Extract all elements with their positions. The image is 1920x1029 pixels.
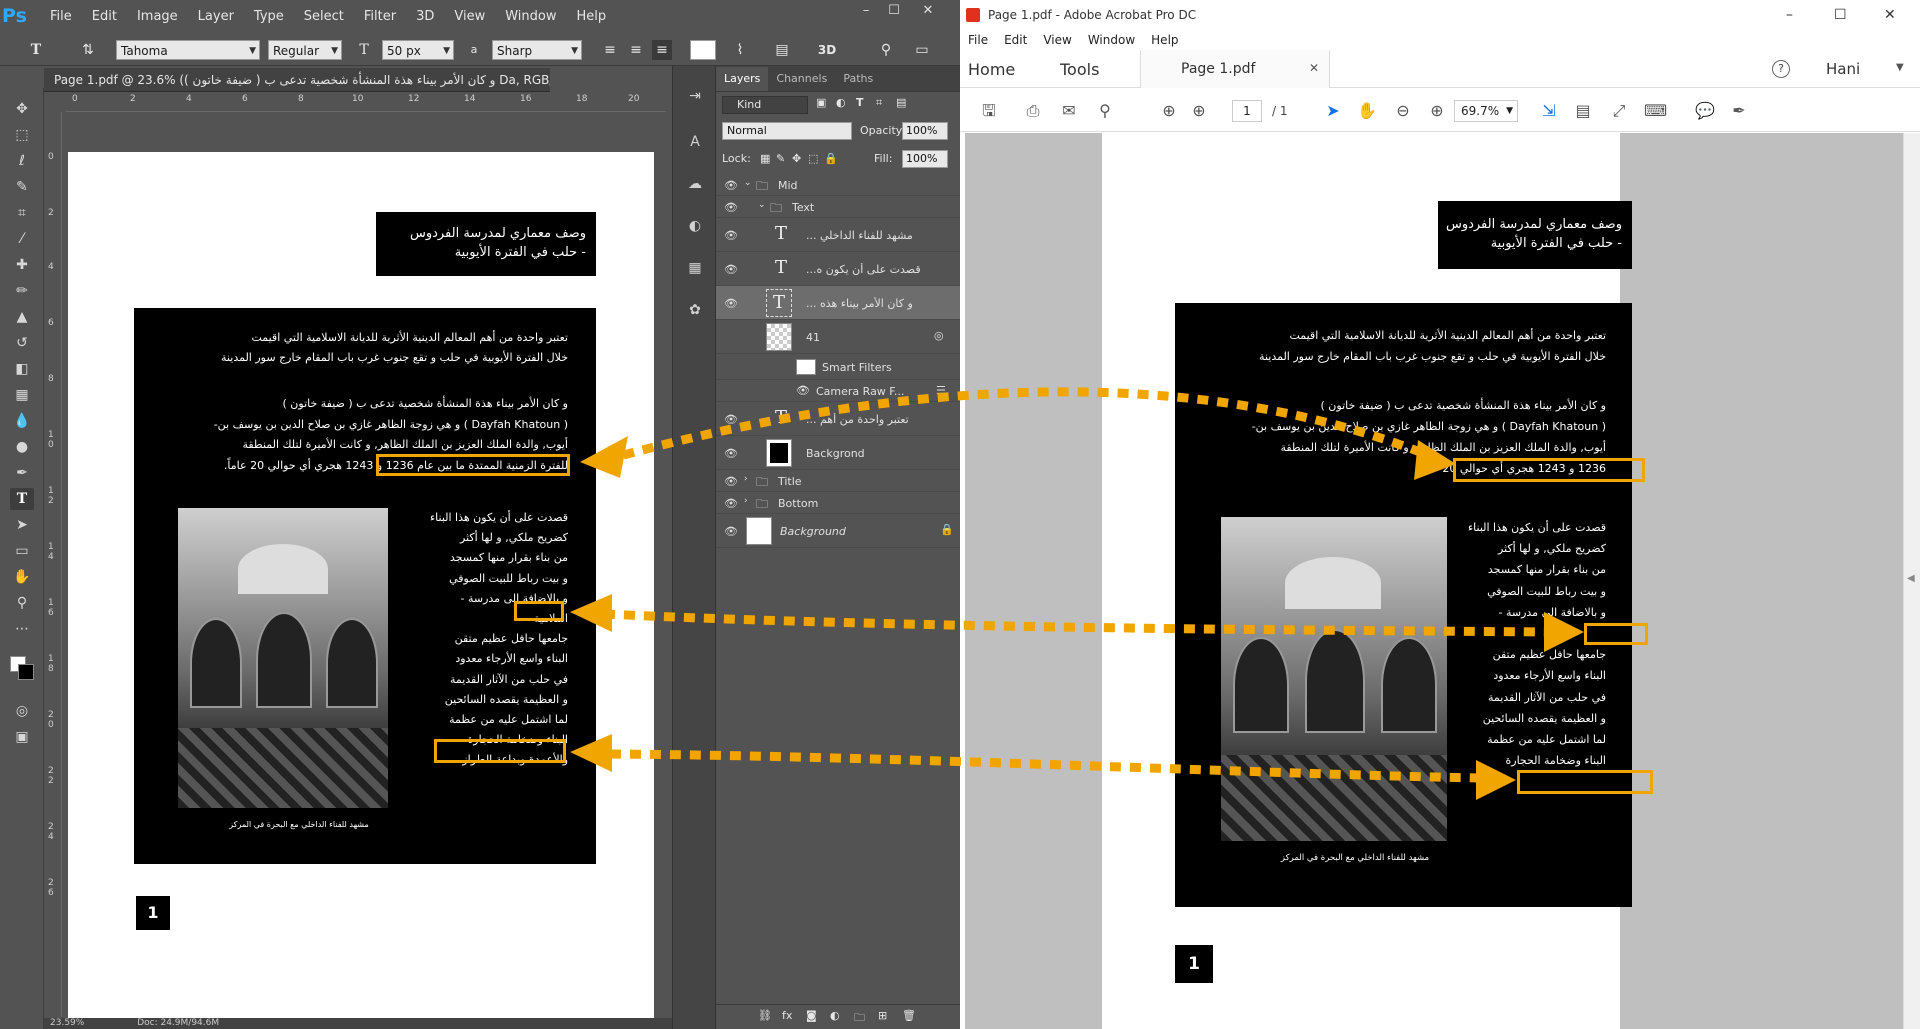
- arrow-head-left: [580, 436, 628, 478]
- annotation-arrows: [570, 387, 1584, 800]
- arrow-head-right: [1544, 612, 1584, 652]
- arrow-head-left: [570, 594, 612, 632]
- arrow-line: [618, 387, 1442, 465]
- arrow-head-left: [570, 734, 612, 772]
- arrow-line: [603, 609, 1549, 637]
- arrow-head-right: [1414, 440, 1456, 480]
- arrow-head-right: [1476, 760, 1516, 800]
- arrow-line: [609, 749, 1481, 783]
